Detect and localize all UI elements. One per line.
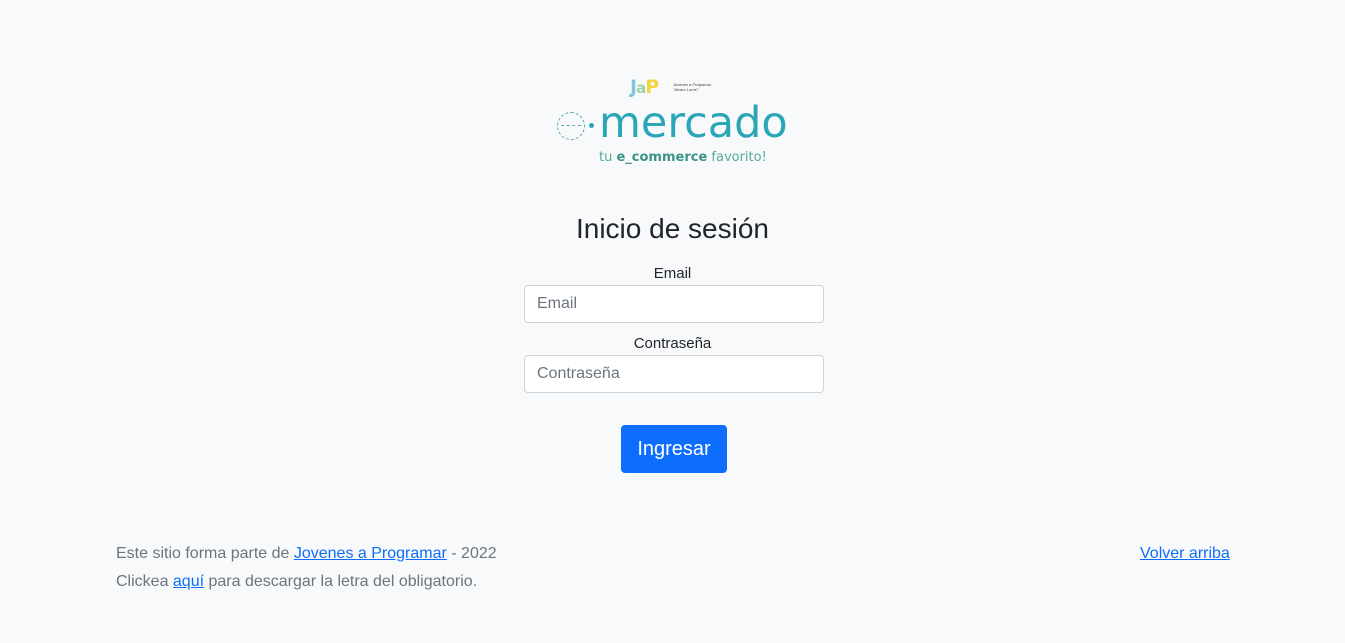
jovenes-a-programar-link[interactable]: Jovenes a Programar bbox=[294, 545, 447, 562]
login-button[interactable]: Ingresar bbox=[621, 425, 727, 473]
jap-logo-subtitle: Jóvenes a Programar "Alvaro Lamé" bbox=[673, 82, 712, 92]
footer-credits: Este sitio forma parte de Jovenes a Prog… bbox=[116, 545, 497, 562]
emercado-logo: JaP Jóvenes a Programar "Alvaro Lamé" me… bbox=[555, 74, 795, 170]
download-link[interactable]: aquí bbox=[173, 573, 204, 590]
dot-icon bbox=[589, 123, 594, 128]
back-to-top-link[interactable]: Volver arriba bbox=[1140, 544, 1230, 564]
login-page: JaP Jóvenes a Programar "Alvaro Lamé" me… bbox=[0, 0, 1345, 643]
password-field[interactable] bbox=[524, 355, 824, 393]
email-label: Email bbox=[653, 265, 692, 282]
brand-name: mercado bbox=[599, 98, 788, 148]
brand-tagline: tu e_commerce favorito! bbox=[599, 150, 767, 165]
email-field[interactable] bbox=[524, 285, 824, 323]
page-title: Inicio de sesión bbox=[575, 213, 769, 244]
password-label: Contraseña bbox=[633, 335, 712, 352]
footer-download: Clickea aquí para descargar la letra del… bbox=[116, 573, 478, 590]
e-circle-icon bbox=[557, 112, 585, 140]
jap-logo: JaP bbox=[630, 76, 659, 98]
